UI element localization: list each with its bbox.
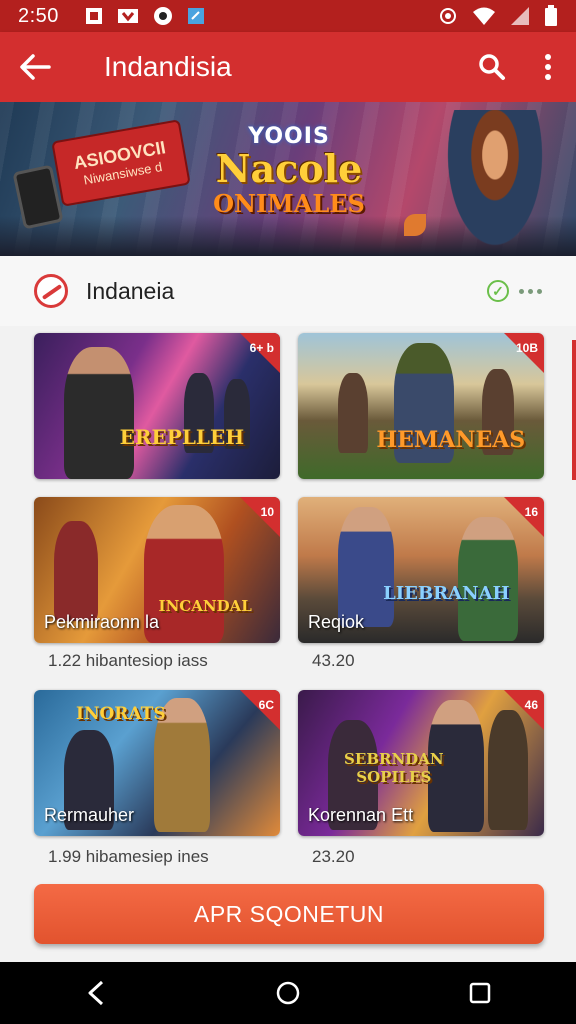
card-game-logo: SEBRNDAN SOPILES	[344, 750, 444, 786]
banner-game-logo: YOOIS Nacole ONIMALES	[204, 124, 374, 234]
card-title: Rermauher	[44, 805, 135, 825]
notification-icon	[85, 8, 102, 24]
status-icons-left	[85, 6, 205, 26]
game-card[interactable]: SEBRNDAN SOPILES Korennan Ett 46	[298, 690, 544, 836]
more-horiz-icon[interactable]	[519, 288, 542, 294]
gear-icon	[440, 8, 456, 24]
primary-action-button[interactable]: APR SQONETUN	[34, 884, 544, 944]
check-circle-icon: ✓	[487, 280, 509, 302]
game-card[interactable]: INCANDAL Pekmiraonn la 10	[34, 497, 280, 643]
media-icon	[153, 7, 172, 25]
system-nav-bar	[0, 962, 576, 1024]
card-character	[338, 373, 368, 453]
calendar-icon	[187, 8, 204, 24]
card-title: Reqiok	[308, 612, 365, 632]
card-game-logo: LIEBRANAH	[383, 583, 510, 604]
section-header: Indaneia ✓	[0, 256, 576, 326]
mail-icon	[117, 9, 138, 23]
back-triangle-icon	[88, 980, 104, 1006]
status-icons-right	[438, 5, 558, 27]
card-game-logo: HEMANEAS	[376, 427, 526, 453]
publisher-logo-icon	[34, 274, 68, 308]
game-card[interactable]: HEMANEAS 10B	[298, 333, 544, 479]
card-game-logo: EREPLLEH	[119, 425, 245, 449]
wifi-icon	[473, 7, 495, 25]
page-title: Indandisia	[104, 51, 232, 82]
signal-icon	[511, 7, 529, 25]
card-meta-text: 1.99 hibamesiep ines	[48, 847, 209, 866]
arrow-left-icon	[20, 54, 51, 80]
section-title: Indaneia	[86, 277, 175, 304]
back-button[interactable]	[0, 32, 70, 102]
card-meta-rating: 23.20	[312, 847, 355, 866]
card-meta-rating: 43.20	[312, 651, 355, 670]
card-meta-text: 1.22 hibantesiop iass	[48, 651, 208, 670]
home-circle-icon	[276, 981, 300, 1005]
card-corner-text: 6C	[258, 698, 274, 712]
card-corner-text: 16	[524, 505, 538, 519]
search-button[interactable]	[464, 32, 520, 102]
overflow-menu-button[interactable]	[520, 32, 576, 102]
banner-logo-sub: ONIMALES	[213, 188, 365, 218]
card-game-logo: INORATS	[75, 704, 166, 724]
promo-banner[interactable]: ASIOOVCII Niwansiwse d YOOIS Nacole ONIM…	[0, 102, 576, 256]
status-time: 2:50	[18, 4, 59, 27]
banner-leaf-graphic	[404, 214, 426, 236]
recents-square-icon	[469, 982, 491, 1004]
card-corner-text: 46	[524, 698, 538, 712]
card-corner-text: 6+ b	[249, 341, 274, 355]
game-card[interactable]: LIEBRANAH Reqiok 16	[298, 497, 544, 643]
card-character	[54, 521, 98, 621]
card-title: Pekmiraonn la	[44, 612, 160, 632]
nav-recents-button[interactable]	[450, 963, 510, 1023]
game-card[interactable]: EREPLLEH 6+ b	[34, 333, 280, 479]
app-bar: Indandisia	[0, 32, 576, 102]
nav-back-button[interactable]	[66, 963, 126, 1023]
card-corner-text: 10B	[515, 341, 538, 355]
card-character	[338, 507, 394, 627]
game-card[interactable]: INORATS Rermauher 6C	[34, 690, 280, 836]
search-icon	[479, 54, 505, 80]
card-corner-text: 10	[260, 505, 274, 519]
nav-home-button[interactable]	[258, 963, 318, 1023]
banner-hero-graphic	[440, 110, 550, 256]
banner-logo-main: Nacole	[215, 146, 363, 191]
more-vert-icon	[545, 54, 551, 80]
status-bar: 2:50	[0, 0, 576, 32]
card-character	[64, 347, 134, 479]
battery-icon	[545, 5, 557, 26]
card-game-logo-small: INCANDAL	[158, 597, 252, 615]
card-title: Korennan Ett	[308, 805, 414, 825]
next-column-peek	[572, 340, 576, 480]
